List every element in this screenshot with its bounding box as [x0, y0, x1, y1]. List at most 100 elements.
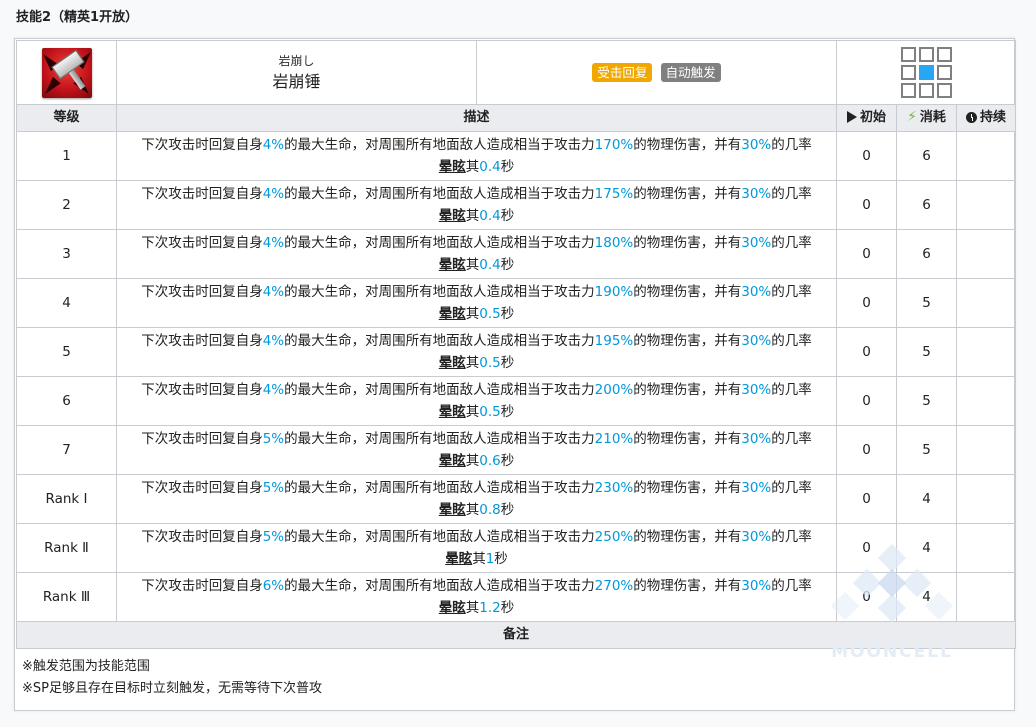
stun-term-link[interactable]: 晕眩	[439, 306, 466, 322]
table-row: Rank Ⅰ 下次攻击时回复自身5%的最大生命，对周围所有地面敌人造成相当于攻击力…	[16, 474, 1017, 524]
stun-term-link[interactable]: 晕眩	[445, 551, 472, 567]
atk-value: 270%	[594, 578, 634, 594]
stun-duration-value: 0.4	[479, 208, 501, 224]
duration-cell	[955, 131, 1017, 181]
description-cell: 下次攻击时回复自身4%的最大生命，对周围所有地面敌人造成相当于攻击力170%的物…	[116, 131, 837, 181]
duration-cell	[955, 278, 1017, 328]
atk-value: 250%	[594, 529, 634, 545]
duration-cell	[955, 327, 1017, 377]
notes: ※触发范围为技能范围 ※SP足够且存在目标时立刻触发，无需等待下次普攻	[22, 656, 322, 700]
table-row: 3 下次攻击时回复自身4%的最大生命，对周围所有地面敌人造成相当于攻击力180%的…	[16, 229, 1017, 279]
atk-value: 170%	[594, 137, 634, 153]
heal-value: 5%	[262, 529, 285, 545]
stun-term-link[interactable]: 晕眩	[439, 159, 466, 175]
skill-header-row: 岩崩し 岩崩锤 受击回复 自动触发	[16, 40, 1017, 105]
hammer-skill-icon	[41, 47, 92, 98]
initial-sp-cell: 0	[836, 327, 897, 377]
initial-sp-cell: 0	[836, 180, 897, 230]
level-cell: 7	[16, 425, 117, 475]
chance-value: 30%	[741, 529, 772, 545]
heal-value: 5%	[262, 431, 285, 447]
stun-term-link[interactable]: 晕眩	[439, 208, 466, 224]
description-cell: 下次攻击时回复自身5%的最大生命，对周围所有地面敌人造成相当于攻击力250%的物…	[116, 523, 837, 573]
heal-value: 4%	[262, 235, 285, 251]
initial-sp-header: 初始	[836, 104, 897, 132]
attack-range-grid	[900, 47, 952, 98]
level-header: 等级	[16, 104, 117, 132]
table-row: Rank Ⅲ 下次攻击时回复自身6%的最大生命，对周围所有地面敌人造成相当于攻击力…	[16, 572, 1017, 622]
description-cell: 下次攻击时回复自身4%的最大生命，对周围所有地面敌人造成相当于攻击力200%的物…	[116, 376, 837, 426]
stun-term-link[interactable]: 晕眩	[439, 502, 466, 518]
level-cell: 4	[16, 278, 117, 328]
stun-duration-value: 1.2	[479, 600, 501, 616]
initial-sp-cell: 0	[836, 278, 897, 328]
sp-recovery-tag: 受击回复	[592, 62, 653, 82]
skill-card: 岩崩し 岩崩锤 受击回复 自动触发 等级 描述 初始 ⚡ 消耗 持续 1 下次攻击时…	[14, 38, 1017, 711]
heal-value: 4%	[262, 284, 285, 300]
trigger-type-tag: 自动触发	[660, 62, 721, 82]
level-cell: 1	[16, 131, 117, 181]
initial-sp-cell: 0	[836, 376, 897, 426]
stun-duration-value: 0.5	[479, 306, 501, 322]
duration-cell	[955, 572, 1017, 622]
chance-value: 30%	[741, 137, 772, 153]
stun-term-link[interactable]: 晕眩	[439, 257, 466, 273]
stun-term-link[interactable]: 晕眩	[439, 404, 466, 420]
stun-term-link[interactable]: 晕眩	[439, 453, 466, 469]
duration-cell	[955, 523, 1017, 573]
table-row: 7 下次攻击时回复自身5%的最大生命，对周围所有地面敌人造成相当于攻击力210%的…	[16, 425, 1017, 475]
skill-icon-cell	[16, 40, 117, 105]
skill-name-cell: 岩崩し 岩崩锤	[116, 40, 477, 105]
description-cell: 下次攻击时回复自身4%的最大生命，对周围所有地面敌人造成相当于攻击力175%的物…	[116, 180, 837, 230]
duration-cell	[955, 425, 1017, 475]
notes-header: 备注	[15, 621, 1017, 649]
sp-cost-cell: 6	[896, 229, 957, 279]
stun-term-link[interactable]: 晕眩	[439, 600, 466, 616]
level-cell: Rank Ⅰ	[16, 474, 117, 524]
description-header: 描述	[116, 104, 837, 132]
sp-cost-cell: 5	[896, 425, 957, 475]
level-cell: 3	[16, 229, 117, 279]
table-row: 1 下次攻击时回复自身4%的最大生命，对周围所有地面敌人造成相当于攻击力170%的…	[16, 131, 1017, 181]
sp-cost-cell: 5	[896, 327, 957, 377]
table-row: 4 下次攻击时回复自身4%的最大生命，对周围所有地面敌人造成相当于攻击力190%的…	[16, 278, 1017, 328]
stun-term-link[interactable]: 晕眩	[439, 355, 466, 371]
skill-name-jp: 岩崩し	[278, 53, 315, 68]
heal-value: 6%	[262, 578, 285, 594]
description-cell: 下次攻击时回复自身6%的最大生命，对周围所有地面敌人造成相当于攻击力270%的物…	[116, 572, 837, 622]
description-cell: 下次攻击时回复自身5%的最大生命，对周围所有地面敌人造成相当于攻击力230%的物…	[116, 474, 837, 524]
level-cell: Rank Ⅲ	[16, 572, 117, 622]
chance-value: 30%	[741, 186, 772, 202]
atk-value: 200%	[594, 382, 634, 398]
sp-cost-header: ⚡ 消耗	[896, 104, 957, 132]
duration-header: 持续	[955, 104, 1017, 132]
initial-sp-cell: 0	[836, 474, 897, 524]
heal-value: 4%	[262, 186, 285, 202]
heal-value: 4%	[262, 382, 285, 398]
level-cell: 2	[16, 180, 117, 230]
atk-value: 175%	[594, 186, 634, 202]
description-cell: 下次攻击时回复自身4%的最大生命，对周围所有地面敌人造成相当于攻击力190%的物…	[116, 278, 837, 328]
note-line: ※SP足够且存在目标时立刻触发，无需等待下次普攻	[22, 681, 322, 696]
atk-value: 180%	[594, 235, 634, 251]
duration-cell	[955, 229, 1017, 279]
initial-sp-cell: 0	[836, 523, 897, 573]
atk-value: 230%	[594, 480, 634, 496]
clock-icon	[966, 112, 977, 123]
skill-name-cn: 岩崩锤	[272, 71, 321, 91]
notes-header-row: 备注	[15, 621, 1017, 649]
level-cell: 6	[16, 376, 117, 426]
table-row: 6 下次攻击时回复自身4%的最大生命，对周围所有地面敌人造成相当于攻击力200%的…	[16, 376, 1017, 426]
description-cell: 下次攻击时回复自身4%的最大生命，对周围所有地面敌人造成相当于攻击力180%的物…	[116, 229, 837, 279]
initial-sp-cell: 0	[836, 425, 897, 475]
column-header-row: 等级 描述 初始 ⚡ 消耗 持续	[16, 104, 1017, 132]
skill-tags-cell: 受击回复 自动触发	[476, 40, 837, 105]
skill-table: 岩崩し 岩崩锤 受击回复 自动触发 等级 描述 初始 ⚡ 消耗 持续 1 下次攻击时…	[15, 40, 1017, 649]
page-title: 技能2（精英1开放）	[16, 10, 139, 25]
duration-cell	[955, 474, 1017, 524]
sp-cost-cell: 6	[896, 131, 957, 181]
stun-duration-value: 0.6	[479, 453, 501, 469]
chance-value: 30%	[741, 333, 772, 349]
description-cell: 下次攻击时回复自身5%的最大生命，对周围所有地面敌人造成相当于攻击力210%的物…	[116, 425, 837, 475]
stun-duration-value: 0.5	[479, 404, 501, 420]
